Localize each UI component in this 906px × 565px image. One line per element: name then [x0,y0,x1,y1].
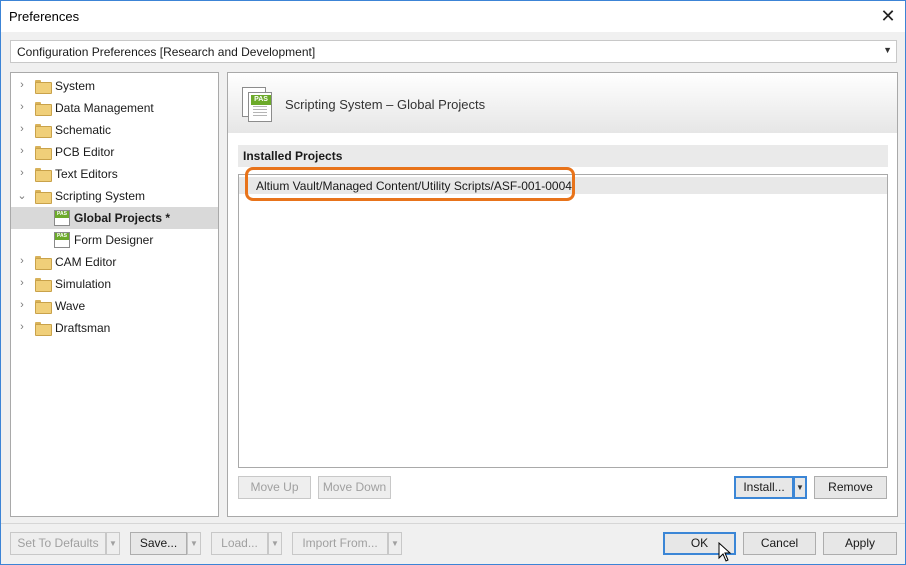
folder-icon [35,278,52,292]
chevron-right-icon[interactable]: › [16,321,28,333]
chevron-right-icon[interactable]: › [16,255,28,267]
tree-item-pcb-editor[interactable]: › PCB Editor [11,141,218,163]
chevron-right-icon[interactable]: › [16,167,28,179]
preferences-tree: › System › Data Management › Schematic ›… [10,72,219,517]
close-icon: ✕ [880,6,896,26]
pas-tag: PAS [55,233,69,240]
pas-script-icon: PAS [54,232,70,248]
tree-item-label: Form Designer [74,233,154,247]
install-button[interactable]: Install... [734,476,794,499]
tree-item-label: Draftsman [55,321,111,335]
mouse-cursor-icon [718,542,732,562]
tree-item-data-management[interactable]: › Data Management [11,97,218,119]
install-dropdown-arrow[interactable]: ▼ [793,476,807,499]
tree-item-wave[interactable]: › Wave [11,295,218,317]
set-to-defaults-button[interactable]: Set To Defaults [10,532,106,555]
pas-tag: PAS [251,95,271,105]
folder-icon [35,300,52,314]
set-to-defaults-dropdown[interactable]: ▼ [106,532,120,555]
tree-item-scripting-system[interactable]: ⌄ Scripting System [11,185,218,207]
folder-icon [35,80,52,94]
pas-document-icon: PAS [242,87,276,123]
save-dropdown[interactable]: ▼ [187,532,201,555]
apply-button[interactable]: Apply [823,532,897,555]
chevron-right-icon[interactable]: › [16,299,28,311]
folder-icon [35,168,52,182]
pas-script-icon: PAS [54,210,70,226]
tree-item-global-projects[interactable]: PAS Global Projects * [11,207,218,229]
tree-item-cam-editor[interactable]: › CAM Editor [11,251,218,273]
divider [1,523,905,524]
folder-icon [35,256,52,270]
tree-item-form-designer[interactable]: PAS Form Designer [11,229,218,251]
tree-item-label: Data Management [55,101,154,115]
import-from-button[interactable]: Import From... [292,532,388,555]
chevron-down-icon: ▼ [883,45,892,55]
chevron-down-icon[interactable]: ⌄ [16,189,28,202]
tree-item-simulation[interactable]: › Simulation [11,273,218,295]
panel-header: PAS Scripting System – Global Projects [228,73,897,133]
highlight-outline [245,167,575,201]
tree-item-label: PCB Editor [55,145,115,159]
folder-icon [35,146,52,160]
tree-item-draftsman[interactable]: › Draftsman [11,317,218,339]
preferences-dialog: Preferences ✕ Configuration Preferences … [0,0,906,565]
folder-icon [35,102,52,116]
configuration-select[interactable]: Configuration Preferences [Research and … [10,40,897,63]
title-bar: Preferences ✕ [1,1,905,32]
chevron-right-icon[interactable]: › [16,277,28,289]
settings-panel: PAS Scripting System – Global Projects I… [227,72,898,517]
chevron-right-icon[interactable]: › [16,145,28,157]
tree-item-schematic[interactable]: › Schematic [11,119,218,141]
tree-item-label: CAM Editor [55,255,117,269]
folder-icon [35,322,52,336]
chevron-right-icon[interactable]: › [16,79,28,91]
remove-button[interactable]: Remove [814,476,887,499]
tree-item-label: System [55,79,96,93]
save-button[interactable]: Save... [130,532,187,555]
window-title: Preferences [9,9,80,24]
load-dropdown[interactable]: ▼ [268,532,282,555]
tree-item-label: Schematic [55,123,112,137]
tree-item-label: Wave [55,299,86,313]
tree-item-label: Text Editors [55,167,118,181]
tree-item-label: Simulation [55,277,112,291]
tree-item-label: Global Projects * [74,211,171,225]
section-header: Installed Projects [238,145,888,167]
tree-item-text-editors[interactable]: › Text Editors [11,163,218,185]
load-button[interactable]: Load... [211,532,268,555]
import-from-dropdown[interactable]: ▼ [388,532,402,555]
folder-icon [35,124,52,138]
configuration-select-value: Configuration Preferences [Research and … [17,45,316,59]
chevron-right-icon[interactable]: › [16,101,28,113]
panel-title: Scripting System – Global Projects [285,97,486,112]
tree-item-label: Scripting System [55,189,146,203]
folder-open-icon [35,190,52,204]
cancel-button[interactable]: Cancel [743,532,816,555]
move-down-button[interactable]: Move Down [318,476,391,499]
chevron-right-icon[interactable]: › [16,123,28,135]
section-title: Installed Projects [243,149,343,163]
tree-item-system[interactable]: › System [11,75,218,97]
move-up-button[interactable]: Move Up [238,476,311,499]
close-button[interactable]: ✕ [871,1,905,32]
installed-projects-list[interactable]: Altium Vault/Managed Content/Utility Scr… [238,167,888,468]
pas-tag: PAS [55,211,69,218]
